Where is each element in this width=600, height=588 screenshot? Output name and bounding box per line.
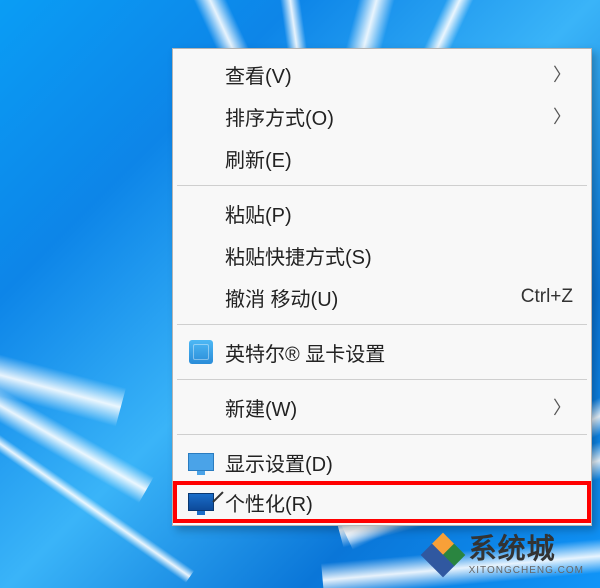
- menu-separator: [177, 185, 587, 186]
- display-icon: [187, 448, 215, 476]
- desktop-context-menu: 查看(V) 〉 排序方式(O) 〉 刷新(E) 粘贴(P) 粘贴快捷方式(S) …: [172, 48, 592, 526]
- chevron-right-icon: 〉: [553, 394, 571, 420]
- menu-separator: [177, 379, 587, 380]
- menu-item-paste-shortcut[interactable]: 粘贴快捷方式(S): [175, 234, 589, 276]
- chevron-right-icon: 〉: [553, 103, 571, 129]
- menu-label: 刷新(E): [225, 144, 573, 173]
- chevron-right-icon: 〉: [553, 61, 571, 87]
- menu-label: 排序方式(O): [225, 102, 573, 131]
- menu-item-paste[interactable]: 粘贴(P): [175, 192, 589, 234]
- menu-label: 粘贴(P): [225, 199, 573, 228]
- menu-item-display-settings[interactable]: 显示设置(D): [175, 441, 589, 483]
- watermark-logo-icon: [423, 535, 463, 575]
- menu-item-intel-graphics[interactable]: 英特尔® 显卡设置: [175, 331, 589, 373]
- menu-separator: [177, 324, 587, 325]
- menu-label: 新建(W): [225, 393, 573, 422]
- watermark-text: 系统城 XITONGCHENG.COM: [469, 534, 584, 576]
- menu-label: 显示设置(D): [225, 448, 573, 477]
- menu-item-refresh[interactable]: 刷新(E): [175, 137, 589, 179]
- watermark: 系统城 XITONGCHENG.COM: [423, 534, 584, 576]
- menu-label: 个性化(R): [225, 488, 573, 517]
- personalize-icon: [187, 488, 215, 516]
- menu-item-undo-move[interactable]: 撤消 移动(U) Ctrl+Z: [175, 276, 589, 318]
- menu-label: 英特尔® 显卡设置: [225, 338, 573, 367]
- menu-label: 粘贴快捷方式(S): [225, 241, 573, 270]
- menu-label: 查看(V): [225, 60, 573, 89]
- watermark-title: 系统城: [469, 534, 584, 565]
- menu-item-personalize[interactable]: 个性化(R): [173, 481, 591, 523]
- menu-label: 撤消 移动(U): [225, 283, 521, 312]
- menu-item-sort[interactable]: 排序方式(O) 〉: [175, 95, 589, 137]
- intel-icon: [187, 338, 215, 366]
- menu-shortcut: Ctrl+Z: [521, 286, 573, 308]
- menu-separator: [177, 434, 587, 435]
- watermark-url: XITONGCHENG.COM: [469, 565, 584, 576]
- menu-item-new[interactable]: 新建(W) 〉: [175, 386, 589, 428]
- menu-item-view[interactable]: 查看(V) 〉: [175, 53, 589, 95]
